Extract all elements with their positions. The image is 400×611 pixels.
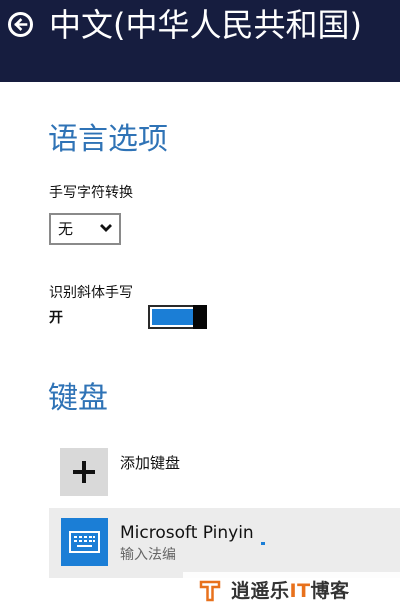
section-title-keyboard: 键盘 bbox=[48, 381, 108, 416]
keyboard-icon bbox=[69, 531, 100, 553]
watermark-text-accent: IT bbox=[289, 580, 311, 602]
watermark-text-part2: 博客 bbox=[310, 580, 350, 602]
back-arrow-icon bbox=[14, 18, 28, 31]
back-button[interactable] bbox=[8, 12, 33, 37]
language-options-page: 中文(中华人民共和国) 语言选项 手写字符转换 无 识别斜体手写 开 键盘 添加… bbox=[0, 0, 400, 611]
italic-recognition-label: 识别斜体手写 bbox=[49, 285, 133, 301]
keyboard-name: Microsoft Pinyin bbox=[120, 523, 254, 543]
plus-icon bbox=[73, 461, 95, 483]
blog-logo-icon bbox=[199, 580, 221, 602]
keyboard-indicator bbox=[261, 542, 265, 545]
add-keyboard-button[interactable]: 添加键盘 bbox=[60, 448, 360, 498]
watermark-text-part1: 逍遥乐 bbox=[231, 580, 290, 602]
dropdown-selected-value: 无 bbox=[58, 220, 74, 238]
italic-recognition-toggle[interactable] bbox=[148, 305, 207, 329]
add-keyboard-tile bbox=[60, 448, 108, 496]
handwriting-conversion-dropdown[interactable]: 无 bbox=[49, 213, 121, 245]
toggle-thumb[interactable] bbox=[193, 305, 207, 329]
handwriting-conversion-label: 手写字符转换 bbox=[49, 185, 133, 201]
watermark-text: 逍遥乐IT博客 bbox=[231, 580, 350, 602]
keyboard-icon-tile bbox=[61, 518, 108, 566]
keyboard-item-microsoft-pinyin[interactable]: Microsoft Pinyin 输入法编 bbox=[49, 508, 400, 578]
header-bar: 中文(中华人民共和国) bbox=[0, 0, 400, 82]
add-keyboard-label: 添加键盘 bbox=[120, 454, 181, 472]
blog-watermark: 逍遥乐IT博客 bbox=[183, 572, 400, 611]
keyboard-subtitle: 输入法编 bbox=[120, 547, 176, 563]
page-title: 中文(中华人民共和国) bbox=[49, 6, 362, 44]
chevron-down-icon bbox=[100, 224, 112, 232]
toggle-state-text: 开 bbox=[49, 310, 63, 326]
toggle-fill bbox=[152, 309, 193, 325]
section-title-language-options: 语言选项 bbox=[48, 122, 168, 157]
